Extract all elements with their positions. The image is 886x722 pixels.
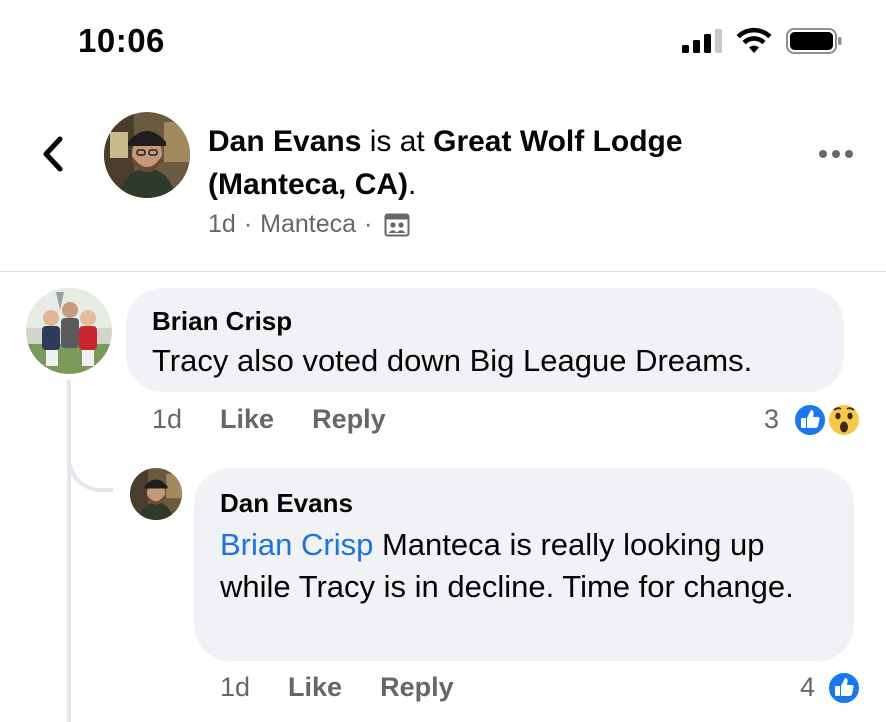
post-trailing: . [408, 168, 417, 201]
comment-actions: 1d Like Reply [152, 404, 386, 435]
reaction-count[interactable]: 4 [800, 672, 815, 703]
post-author-avatar[interactable] [104, 112, 190, 198]
more-options-icon[interactable] [818, 146, 854, 162]
reply-age[interactable]: 1d [220, 672, 250, 703]
comment-author[interactable]: Brian Crisp [152, 306, 844, 336]
battery-icon [786, 28, 842, 54]
meta-separator: · [364, 210, 373, 238]
comment-bubble: Brian Crisp Tracy also voted down Big Le… [126, 288, 844, 392]
back-arrow-icon[interactable] [38, 135, 68, 173]
reply-button[interactable]: Reply [312, 404, 386, 435]
wow-reaction-icon [827, 403, 861, 437]
like-button[interactable]: Like [220, 404, 274, 435]
reaction-count[interactable]: 3 [764, 404, 779, 435]
cellular-signal-icon [682, 29, 722, 53]
comment-age[interactable]: 1d [152, 404, 182, 435]
reply-bubble: Dan Evans Brian Crisp Manteca is really … [194, 468, 854, 661]
mention-link[interactable]: Brian Crisp [220, 527, 373, 562]
reply-actions: 1d Like Reply [220, 672, 454, 703]
reply-avatar[interactable] [130, 468, 182, 520]
post-connector: is at [361, 125, 434, 158]
status-time: 10:06 [78, 22, 165, 59]
friends-photo-icon[interactable] [384, 213, 410, 237]
like-reaction-icon [827, 671, 861, 705]
like-reaction-icon [793, 403, 827, 437]
post-title: Dan Evans is at Great Wolf Lodge (Mantec… [208, 120, 768, 206]
header-divider [0, 271, 886, 272]
wifi-icon [736, 27, 772, 53]
thread-connector [67, 440, 113, 492]
post-age[interactable]: 1d [208, 210, 236, 239]
post-location[interactable]: Manteca [260, 210, 356, 239]
comment-text: Tracy also voted down Big League Dreams. [152, 343, 753, 378]
like-button[interactable]: Like [288, 672, 342, 703]
meta-separator: · [243, 210, 253, 238]
comment-avatar[interactable] [26, 288, 112, 374]
reply-text: Brian Crisp Manteca is really looking up… [220, 524, 834, 608]
post-author-name[interactable]: Dan Evans [208, 125, 361, 158]
thread-line [67, 380, 71, 722]
post-meta: 1d · Manteca · [208, 210, 410, 239]
reply-author[interactable]: Dan Evans [220, 488, 834, 518]
reply-button[interactable]: Reply [380, 672, 454, 703]
